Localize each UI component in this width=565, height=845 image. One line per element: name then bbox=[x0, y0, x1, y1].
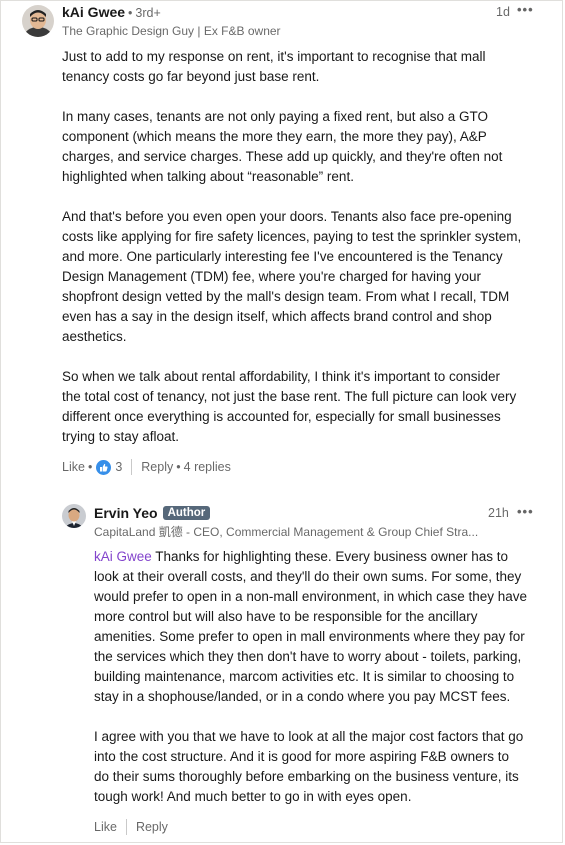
reply-button[interactable]: Reply bbox=[136, 820, 168, 834]
text-line: look at their overall costs, and they'll… bbox=[94, 569, 522, 584]
text-line: and more. One particularly interesting f… bbox=[62, 249, 503, 264]
more-horizontal-icon[interactable]: ••• bbox=[517, 2, 534, 17]
reply-button[interactable]: Reply bbox=[141, 460, 173, 474]
reply-author-headline: CapitaLand 凱德 - CEO, Commercial Manageme… bbox=[94, 525, 479, 539]
text-line: Design Management (TDM) fee, where you'r… bbox=[62, 269, 482, 284]
mention-link[interactable]: kAi Gwee bbox=[94, 549, 152, 564]
comment-body: Just to add to my response on rent, it's… bbox=[62, 47, 552, 447]
action-divider bbox=[131, 459, 133, 475]
text-line: stay in a shophouse/landed, or in a cond… bbox=[94, 689, 511, 704]
comment-paragraph: So when we talk about rental affordabili… bbox=[62, 367, 552, 447]
text-line: component (which means the more they ear… bbox=[62, 129, 487, 144]
text-line: the total cost of tenancy, not just the … bbox=[62, 389, 517, 404]
text-line: I agree with you that we have to look at… bbox=[94, 729, 524, 744]
thumbs-up-reaction-icon[interactable] bbox=[96, 459, 112, 475]
text-line: tenancy costs go far beyond just base re… bbox=[62, 69, 320, 84]
action-divider bbox=[125, 819, 127, 835]
text-line: do their sums thoroughly before embarkin… bbox=[94, 769, 519, 784]
text-line: even has a say in the design itself, whi… bbox=[62, 309, 492, 324]
reply-timestamp: 21h bbox=[488, 506, 509, 520]
text-line: highlighted when talking about “reasonab… bbox=[62, 169, 354, 184]
text-line: tough work! And much better to go in wit… bbox=[94, 789, 412, 804]
text-line: building maintenance, marcom activities … bbox=[94, 669, 515, 684]
comment-paragraph: And that's before you even open your doo… bbox=[62, 207, 552, 347]
reply-body: kAi Gwee Thanks for highlighting these. … bbox=[94, 547, 554, 807]
replies-count-link[interactable]: 4 replies bbox=[184, 460, 231, 474]
text-line: trying to stay afloat. bbox=[62, 429, 180, 444]
text-line: would prefer to open in a non-mall envir… bbox=[94, 589, 527, 604]
like-button[interactable]: Like bbox=[62, 460, 85, 474]
text-line: aesthetics. bbox=[62, 329, 127, 344]
text-line: into the cost structure. And it is good … bbox=[94, 749, 509, 764]
comment-author-name[interactable]: kAi Gwee bbox=[62, 4, 125, 20]
text-line: costs like applying for fire safety lice… bbox=[62, 229, 522, 244]
text-line: the services which they then don't have … bbox=[94, 649, 522, 664]
separator-dot: • bbox=[176, 460, 181, 474]
text-line: So when we talk about rental affordabili… bbox=[62, 369, 501, 384]
comment-paragraph: Just to add to my response on rent, it's… bbox=[62, 47, 552, 87]
more-horizontal-icon[interactable]: ••• bbox=[517, 504, 534, 519]
text-line: shopfront design vetted by the mall's de… bbox=[62, 289, 510, 304]
comment-author-headline: The Graphic Design Guy | Ex F&B owner bbox=[62, 24, 281, 38]
comment-timestamp: 1d bbox=[496, 5, 510, 19]
reply-author-name[interactable]: Ervin Yeo bbox=[94, 505, 158, 521]
text-line: Just to add to my response on rent, it's… bbox=[62, 49, 486, 64]
text-fragment: Thanks for highlighting these. Every bus… bbox=[151, 549, 508, 564]
comment-actions: Like • 3 Reply • 4 replies bbox=[62, 459, 231, 475]
separator-dot: • bbox=[128, 6, 133, 20]
text-line: different once everything is accounted f… bbox=[62, 409, 501, 424]
text-line: more control but will also have to be re… bbox=[94, 609, 478, 624]
connection-degree: 3rd+ bbox=[135, 6, 161, 20]
avatar[interactable] bbox=[22, 5, 54, 37]
like-button[interactable]: Like bbox=[94, 820, 117, 834]
reaction-count[interactable]: 3 bbox=[115, 460, 122, 474]
reply-actions: Like Reply bbox=[94, 819, 168, 835]
reply-avatar[interactable] bbox=[62, 504, 86, 528]
text-line: kAi Gwee Thanks for highlighting these. … bbox=[94, 547, 554, 567]
text-line: charges, and service charges. These add … bbox=[62, 149, 503, 164]
reply-paragraph: kAi Gwee Thanks for highlighting these. … bbox=[94, 547, 554, 707]
separator-dot: • bbox=[87, 460, 93, 474]
reply-paragraph: I agree with you that we have to look at… bbox=[94, 727, 554, 807]
author-badge: Author bbox=[162, 506, 211, 520]
comment-paragraph: In many cases, tenants are not only payi… bbox=[62, 107, 552, 187]
text-line: In many cases, tenants are not only payi… bbox=[62, 109, 488, 124]
text-line: And that's before you even open your doo… bbox=[62, 209, 512, 224]
text-line: amenities. Some prefer to open in mall e… bbox=[94, 629, 525, 644]
